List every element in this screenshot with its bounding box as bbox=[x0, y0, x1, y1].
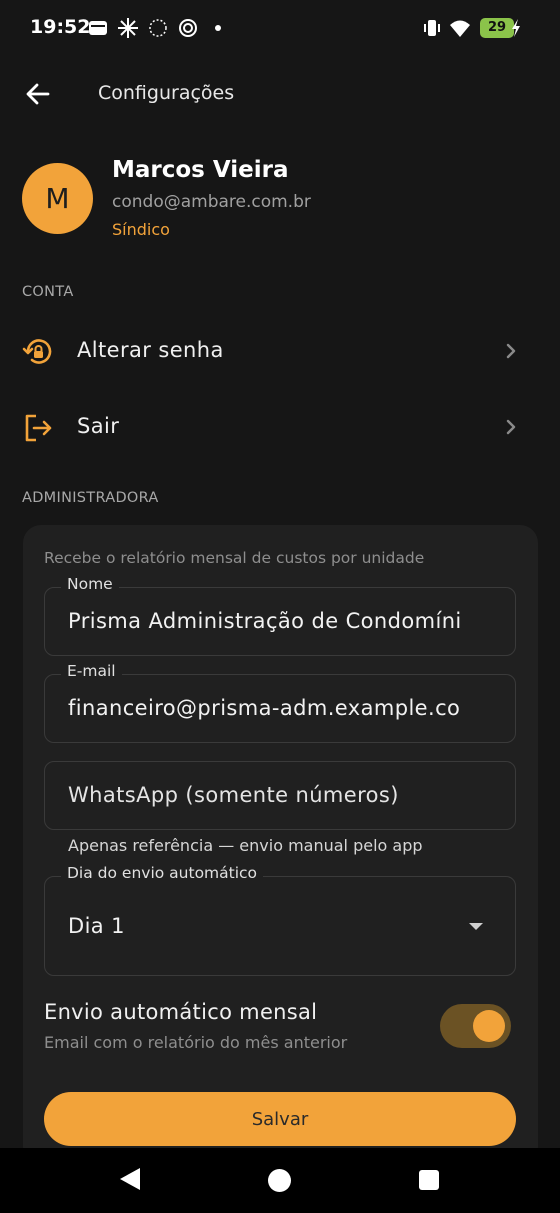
notification-card-icon bbox=[89, 21, 107, 35]
system-nav-bar bbox=[0, 1148, 560, 1213]
menu-item-logout[interactable]: Sair bbox=[0, 392, 560, 462]
nav-home-icon[interactable] bbox=[268, 1169, 291, 1192]
auto-send-title: Envio automático mensal bbox=[44, 1000, 318, 1024]
logout-icon bbox=[25, 414, 52, 442]
avatar: M bbox=[22, 163, 93, 234]
chevron-right-icon bbox=[506, 419, 516, 435]
nav-back-icon[interactable] bbox=[120, 1168, 140, 1190]
email-field[interactable]: E-mail financeiro@prisma-adm.example.co bbox=[44, 662, 516, 743]
vibrate-icon bbox=[424, 20, 440, 36]
name-field[interactable]: Nome Prisma Administração de Condomíni bbox=[44, 575, 516, 656]
notification-spiral-icon bbox=[179, 19, 197, 37]
whatsapp-helper-text: Apenas referência — envio manual pelo ap… bbox=[68, 836, 423, 855]
save-button[interactable]: Salvar bbox=[44, 1092, 516, 1146]
status-time: 19:52 bbox=[30, 16, 91, 38]
name-field-label: Nome bbox=[61, 575, 119, 593]
dropdown-arrow-icon bbox=[469, 923, 483, 930]
page-title: Configurações bbox=[98, 82, 235, 104]
status-bar: 19:52 29 bbox=[0, 0, 560, 56]
lock-reset-icon bbox=[22, 339, 52, 364]
auto-send-subtitle: Email com o relatório do mês anterior bbox=[44, 1033, 348, 1052]
menu-item-change-password[interactable]: Alterar senha bbox=[0, 316, 560, 386]
auto-send-toggle[interactable] bbox=[440, 1004, 511, 1048]
chevron-right-icon bbox=[506, 343, 516, 359]
wifi-icon bbox=[450, 20, 470, 37]
whatsapp-field[interactable]: WhatsApp (somente números) bbox=[44, 761, 516, 830]
email-field-value: financeiro@prisma-adm.example.co bbox=[68, 696, 461, 720]
admin-card-hint: Recebe o relatório mensal de custos por … bbox=[44, 549, 425, 567]
section-header-conta: CONTA bbox=[22, 284, 74, 300]
menu-label-change-password: Alterar senha bbox=[77, 338, 224, 362]
profile-role: Síndico bbox=[112, 220, 170, 239]
toggle-knob bbox=[473, 1010, 505, 1042]
profile-name: Marcos Vieira bbox=[112, 157, 289, 183]
day-select[interactable]: Dia do envio automático Dia 1 bbox=[44, 864, 516, 976]
section-header-administradora: ADMINISTRADORA bbox=[22, 490, 159, 506]
name-field-value: Prisma Administração de Condomíni bbox=[68, 609, 462, 633]
menu-label-logout: Sair bbox=[77, 414, 120, 438]
battery-indicator: 29 bbox=[480, 18, 514, 38]
nav-recents-icon[interactable] bbox=[419, 1170, 439, 1190]
whatsapp-field-placeholder: WhatsApp (somente números) bbox=[68, 783, 399, 807]
notification-dots-icon bbox=[149, 19, 167, 37]
notification-burst-icon bbox=[118, 18, 138, 38]
arrow-back-icon bbox=[26, 83, 50, 105]
more-notifications-dot-icon bbox=[215, 25, 221, 31]
profile-email: condo@ambare.com.br bbox=[112, 192, 311, 212]
charging-icon bbox=[512, 19, 520, 37]
day-select-label: Dia do envio automático bbox=[61, 864, 264, 882]
email-field-label: E-mail bbox=[61, 662, 122, 680]
back-button[interactable] bbox=[20, 76, 56, 112]
day-select-value: Dia 1 bbox=[68, 914, 125, 938]
